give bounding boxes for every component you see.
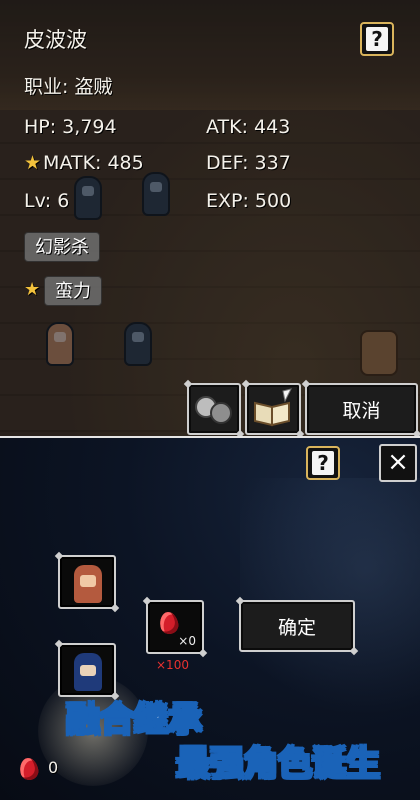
character-portrait (74, 653, 102, 691)
gem-cost-slot: ×0 (146, 600, 204, 654)
material-slot-1[interactable] (58, 555, 116, 609)
exp-stat: EXP: 500 (206, 190, 292, 212)
book-quill-icon (254, 388, 292, 427)
question-icon: ? (312, 451, 334, 475)
level-stat: Lv: 6 (24, 190, 70, 212)
character-name: 皮波波 (24, 28, 87, 52)
gem-balance: 0 (48, 758, 59, 777)
character-portrait (74, 565, 102, 603)
fusion-help-button[interactable]: ? (306, 446, 340, 480)
promo-line-2: 最强角色诞生 (175, 743, 381, 785)
cancel-button[interactable]: 取消 (305, 383, 418, 435)
def-stat: DEF: 337 (206, 152, 291, 174)
red-gem-icon (18, 756, 40, 782)
orbs-button[interactable] (187, 383, 241, 435)
gem-required: ×100 (156, 658, 189, 672)
skill-badge-brute-force[interactable]: 蛮力 (44, 276, 102, 306)
atk-stat: ATK: 443 (206, 116, 291, 138)
matk-stat: ★ MATK: 485 (24, 152, 144, 174)
star-icon: ★ (24, 279, 41, 300)
skill-badge-phantom-kill[interactable]: 幻影杀 (24, 232, 100, 262)
promo-line-1: 融合继承 (65, 699, 203, 741)
close-button[interactable]: × (379, 444, 417, 482)
material-slot-2[interactable] (58, 643, 116, 697)
hp-stat: HP: 3,794 (24, 116, 117, 138)
question-icon: ? (366, 27, 388, 51)
job-label: 职业: 盗贼 (24, 76, 113, 98)
help-button[interactable]: ? (360, 22, 394, 56)
red-gem-icon (158, 610, 180, 636)
star-icon: ★ (24, 152, 42, 174)
character-panel: 皮波波 ? 职业: 盗贼 HP: 3,794 ATK: 443 ★ MATK: 4… (0, 0, 420, 436)
gem-cost: ×0 (178, 634, 196, 648)
book-button[interactable] (245, 383, 301, 435)
fusion-panel: ? × ×0 ×100 确定 融合继承 最强角色诞生 0 (0, 436, 420, 800)
close-icon: × (387, 447, 409, 477)
orbs-icon (195, 396, 232, 424)
confirm-button[interactable]: 确定 (239, 600, 355, 652)
